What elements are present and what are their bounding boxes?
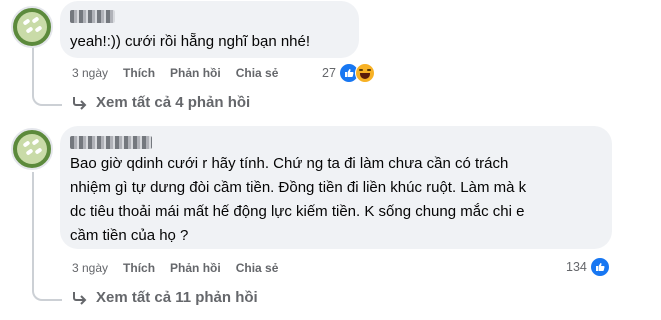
share-button[interactable]: Chia sẻ <box>236 66 279 80</box>
commenter-name[interactable] <box>70 136 152 149</box>
view-replies-link[interactable]: Xem tất cả 4 phản hồi <box>72 94 250 111</box>
reaction-summary[interactable]: 27 <box>322 63 375 83</box>
reaction-summary[interactable]: 134 <box>566 257 610 277</box>
comment-text: Bao giờ qdinh cưới r hãy tính. Chứ ng ta… <box>70 155 527 244</box>
comment-actions: 3 ngày Thích Phản hồi Chia sẻ <box>72 261 293 275</box>
avatar[interactable] <box>11 128 53 170</box>
like-button[interactable]: Thích <box>123 261 155 275</box>
like-icon <box>589 257 610 277</box>
comment-timestamp[interactable]: 3 ngày <box>72 261 108 275</box>
like-button[interactable]: Thích <box>123 66 155 80</box>
avatar[interactable] <box>11 6 53 48</box>
comment-bubble: Bao giờ qdinh cưới r hãy tính. Chứ ng ta… <box>60 126 612 249</box>
share-button[interactable]: Chia sẻ <box>236 261 279 275</box>
haha-icon <box>354 63 375 83</box>
comment-actions: 3 ngày Thích Phản hồi Chia sẻ <box>72 66 293 80</box>
view-replies-label: Xem tất cả 11 phản hồi <box>96 289 258 306</box>
reply-button[interactable]: Phản hồi <box>170 66 221 80</box>
view-replies-label: Xem tất cả 4 phản hồi <box>96 94 251 111</box>
reply-button[interactable]: Phản hồi <box>170 261 221 275</box>
view-replies-link[interactable]: Xem tất cả 11 phản hồi <box>72 289 258 306</box>
comment-bubble: yeah!:)) cưới rồi hẵng nghĩ bạn nhé! <box>60 1 359 58</box>
reaction-count: 27 <box>322 66 336 80</box>
reply-arrow-icon <box>73 96 87 110</box>
reply-arrow-icon <box>73 291 87 305</box>
reaction-count: 134 <box>566 260 587 274</box>
comment-timestamp[interactable]: 3 ngày <box>72 66 108 80</box>
commenter-name[interactable] <box>70 10 115 23</box>
reply-thread-line <box>32 45 62 106</box>
comment-text: yeah!:)) cưới rồi hẵng nghĩ bạn nhé! <box>70 33 311 50</box>
reply-thread-line <box>32 172 62 301</box>
